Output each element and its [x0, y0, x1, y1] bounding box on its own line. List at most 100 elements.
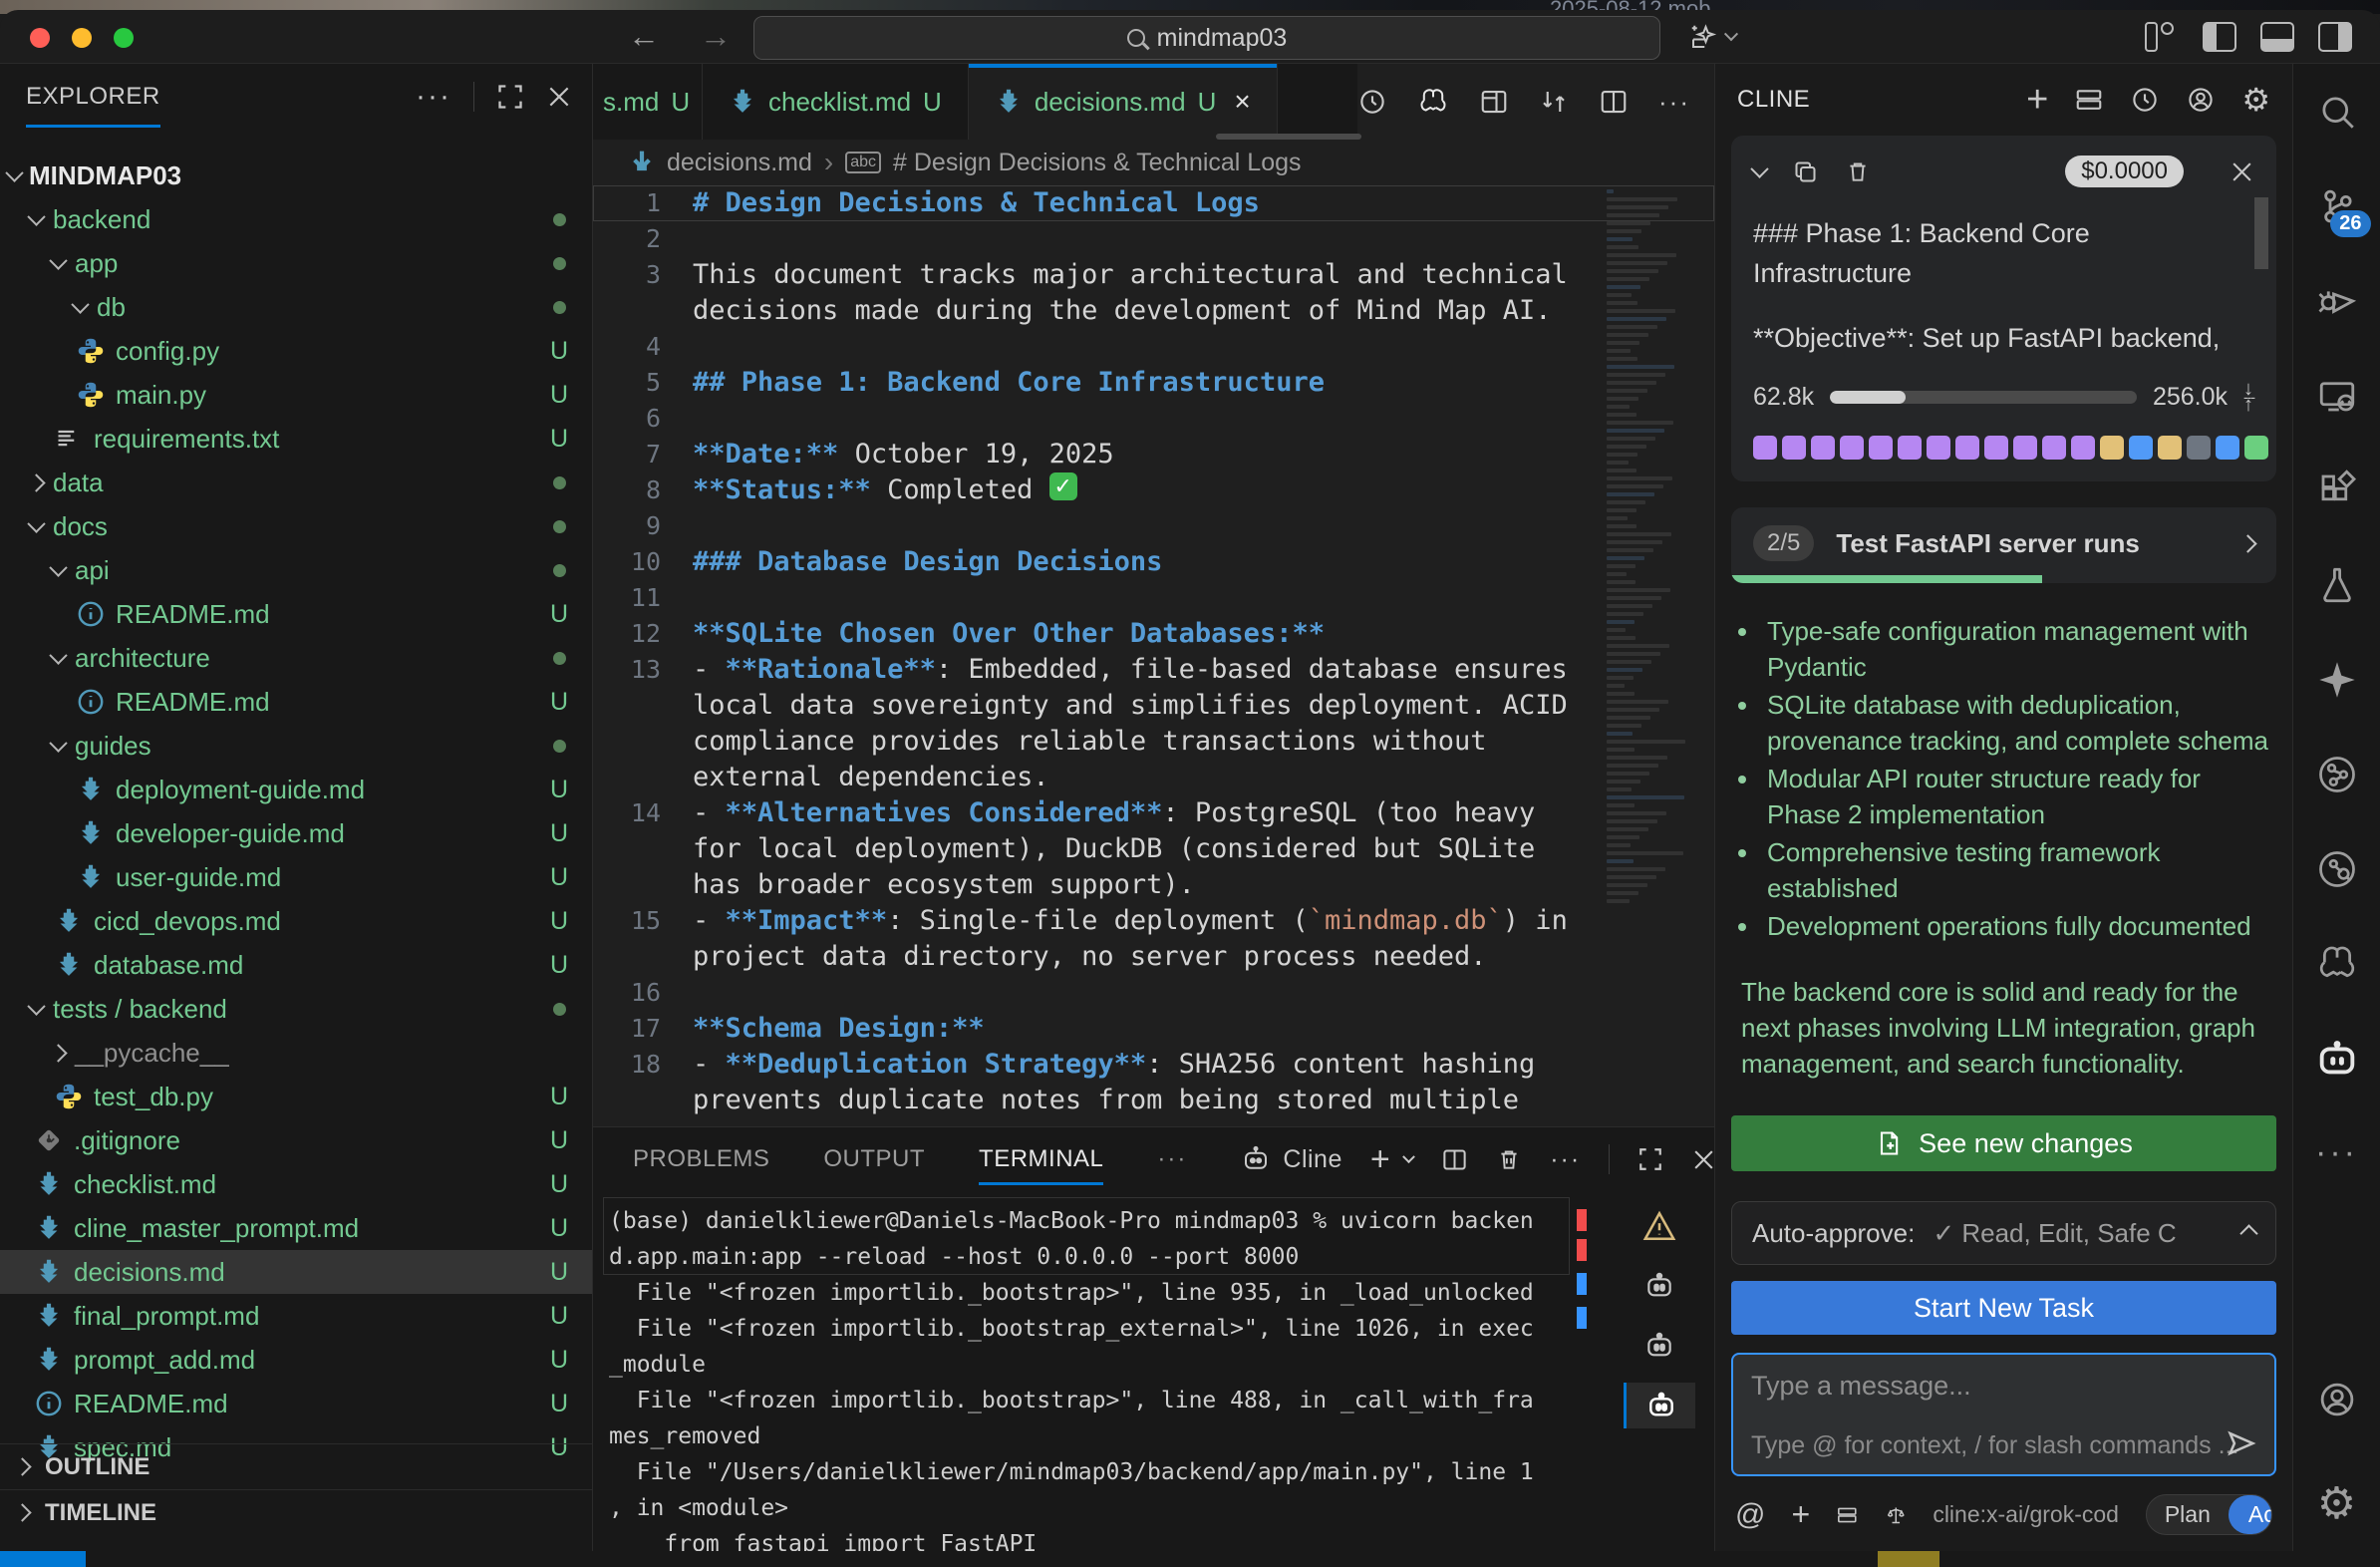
openai-view-icon[interactable]: [2293, 916, 2380, 1011]
tree-item-app[interactable]: app: [0, 241, 592, 285]
tab-terminal[interactable]: TERMINAL: [979, 1127, 1103, 1191]
mention-icon[interactable]: @: [1735, 1498, 1765, 1532]
minimap[interactable]: [1607, 189, 1694, 1126]
copy-task-icon[interactable]: [1792, 158, 1819, 185]
editor-line[interactable]: 9: [593, 508, 1714, 544]
editor-line[interactable]: 18- **Deduplication Strategy**: SHA256 c…: [593, 1047, 1714, 1083]
editor-line[interactable]: 2: [593, 221, 1714, 257]
editor-line[interactable]: 3This document tracks major architectura…: [593, 257, 1714, 293]
tree-item-requirements-txt[interactable]: requirements.txtU: [0, 417, 592, 461]
timeline-square-purple[interactable]: [2071, 436, 2095, 460]
editor-line[interactable]: compliance provides reliable transaction…: [593, 724, 1714, 760]
editor-line[interactable]: 1# Design Decisions & Technical Logs: [593, 185, 1714, 221]
start-new-task-button[interactable]: Start New Task: [1731, 1281, 2276, 1335]
rules-scale-icon[interactable]: [1885, 1501, 1908, 1529]
tree-item-readme-md[interactable]: README.mdU: [0, 592, 592, 636]
close-tab-icon[interactable]: ×: [1234, 86, 1250, 118]
warning-icon[interactable]: [1624, 1203, 1695, 1249]
editor-tab-checklist-md[interactable]: checklist.mdU: [703, 64, 969, 140]
terminal-tab-cline-robot-icon[interactable]: [1624, 1323, 1695, 1369]
editor-line[interactable]: prevents duplicate notes from being stor…: [593, 1083, 1714, 1118]
section-timeline[interactable]: TIMELINE: [0, 1489, 593, 1535]
close-sidebar-icon[interactable]: [546, 84, 572, 110]
breadcrumb-symbol[interactable]: # Design Decisions & Technical Logs: [893, 149, 1302, 177]
tree-item-developer-guide-md[interactable]: developer-guide.mdU: [0, 811, 592, 855]
timeline-square-purple[interactable]: [2013, 436, 2037, 460]
focus-view-icon[interactable]: [496, 83, 524, 111]
terminal-tab-cline-robot-active[interactable]: [1624, 1383, 1695, 1428]
terminal-output[interactable]: (base) danielkliewer@Daniels-MacBook-Pro…: [609, 1203, 1586, 1551]
open-preview-icon[interactable]: [1479, 87, 1509, 117]
timeline-square-purple[interactable]: [1898, 436, 1922, 460]
close-panel-icon[interactable]: [1691, 1147, 1714, 1172]
collapse-context-icon[interactable]: ↓---↑: [2243, 382, 2254, 412]
auto-approve-bar[interactable]: Auto-approve: ✓ Read, Edit, Safe C: [1731, 1201, 2276, 1265]
new-terminal-button[interactable]: +: [1370, 1140, 1390, 1179]
explorer-more-actions-button[interactable]: ···: [416, 80, 451, 114]
tab-problems[interactable]: PROBLEMS: [633, 1127, 769, 1191]
send-icon[interactable]: [2225, 1426, 2258, 1460]
tree-item-mindmap03[interactable]: MINDMAP03: [0, 154, 592, 197]
settings-gear-icon[interactable]: ⚙: [2293, 1456, 2380, 1551]
chevron-up-icon[interactable]: [2239, 1224, 2257, 1242]
delete-task-icon[interactable]: [1845, 158, 1871, 184]
editor-line[interactable]: 17**Schema Design:**: [593, 1011, 1714, 1047]
attach-icon[interactable]: +: [1791, 1496, 1810, 1533]
timeline-square-purple[interactable]: [1927, 436, 1950, 460]
editor-line[interactable]: 12**SQLite Chosen Over Other Databases:*…: [593, 616, 1714, 652]
run-debug-view-icon[interactable]: [2293, 253, 2380, 348]
editor-line[interactable]: 4: [593, 329, 1714, 365]
editor-line[interactable]: 11: [593, 580, 1714, 616]
focus-chain-card[interactable]: 2/5 Test FastAPI server runs: [1731, 507, 2276, 583]
editor-line[interactable]: external dependencies.: [593, 760, 1714, 795]
task-timeline[interactable]: [1753, 436, 2254, 460]
tree-item-deployment-guide-md[interactable]: deployment-guide.mdU: [0, 768, 592, 811]
graph-view-icon[interactable]: [2293, 727, 2380, 821]
message-input[interactable]: Type a message... Type @ for context, / …: [1731, 1353, 2276, 1476]
tree-item-checklist-md[interactable]: checklist.mdU: [0, 1162, 592, 1206]
more-views-icon[interactable]: ···: [2293, 1105, 2380, 1200]
tree-item--pycache-[interactable]: __pycache__: [0, 1031, 592, 1075]
timeline-square-blue[interactable]: [2129, 436, 2153, 460]
cline-settings-gear-icon[interactable]: ⚙: [2241, 81, 2270, 119]
timeline-square-purple[interactable]: [1811, 436, 1835, 460]
task-card-scrollbar[interactable]: [2254, 197, 2268, 269]
tree-item-docs[interactable]: docs: [0, 504, 592, 548]
editor-line[interactable]: 6: [593, 401, 1714, 437]
collapse-task-icon[interactable]: [1750, 159, 1768, 177]
openai-icon[interactable]: [1417, 86, 1449, 118]
toggle-panel-icon[interactable]: [2260, 22, 2294, 52]
navigate-forward-button[interactable]: →: [700, 18, 732, 55]
tree-item-data[interactable]: data: [0, 461, 592, 504]
editor-line[interactable]: 15- **Impact**: Single-file deployment (…: [593, 903, 1714, 939]
editor-line[interactable]: 5## Phase 1: Backend Core Infrastructure: [593, 365, 1714, 401]
timeline-square-green[interactable]: [2244, 436, 2268, 460]
tree-item-guides[interactable]: guides: [0, 724, 592, 768]
cline-view-icon[interactable]: [2293, 1011, 2380, 1105]
see-new-changes-button[interactable]: See new changes: [1731, 1115, 2276, 1171]
editor-line[interactable]: has broader ecosystem support).: [593, 867, 1714, 903]
editor-line[interactable]: 10### Database Design Decisions: [593, 544, 1714, 580]
mcp-icon[interactable]: [1836, 1501, 1859, 1529]
testing-view-icon[interactable]: [2293, 537, 2380, 632]
timeline-square-purple[interactable]: [1840, 436, 1864, 460]
editor-line[interactable]: local data sovereignty and simplifies de…: [593, 688, 1714, 724]
tree-item-decisions-md[interactable]: decisions.mdU: [0, 1250, 592, 1294]
tree-item-readme-md[interactable]: README.mdU: [0, 1382, 592, 1425]
tree-item-database-md[interactable]: database.mdU: [0, 943, 592, 987]
editor-line[interactable]: 7**Date:** October 19, 2025: [593, 437, 1714, 472]
editor-line[interactable]: project data directory, no server proces…: [593, 939, 1714, 975]
cline-new-task-icon[interactable]: +: [2026, 79, 2048, 122]
tree-item--gitignore[interactable]: .gitignoreU: [0, 1118, 592, 1162]
editor-line[interactable]: 14- **Alternatives Considered**: Postgre…: [593, 795, 1714, 831]
timeline-square-blue[interactable]: [2216, 436, 2239, 460]
split-editor-icon[interactable]: [1599, 87, 1629, 117]
timeline-square-purple[interactable]: [1782, 436, 1806, 460]
account-icon[interactable]: [2293, 1352, 2380, 1446]
tree-item-final-prompt-md[interactable]: final_prompt.mdU: [0, 1294, 592, 1338]
tab-output[interactable]: OUTPUT: [823, 1127, 925, 1191]
editor-more-actions-icon[interactable]: ···: [1658, 87, 1690, 118]
toggle-primary-sidebar-icon[interactable]: [2203, 22, 2236, 52]
cline-mcp-servers-icon[interactable]: [2074, 85, 2104, 115]
section-outline[interactable]: OUTLINE: [0, 1443, 593, 1489]
